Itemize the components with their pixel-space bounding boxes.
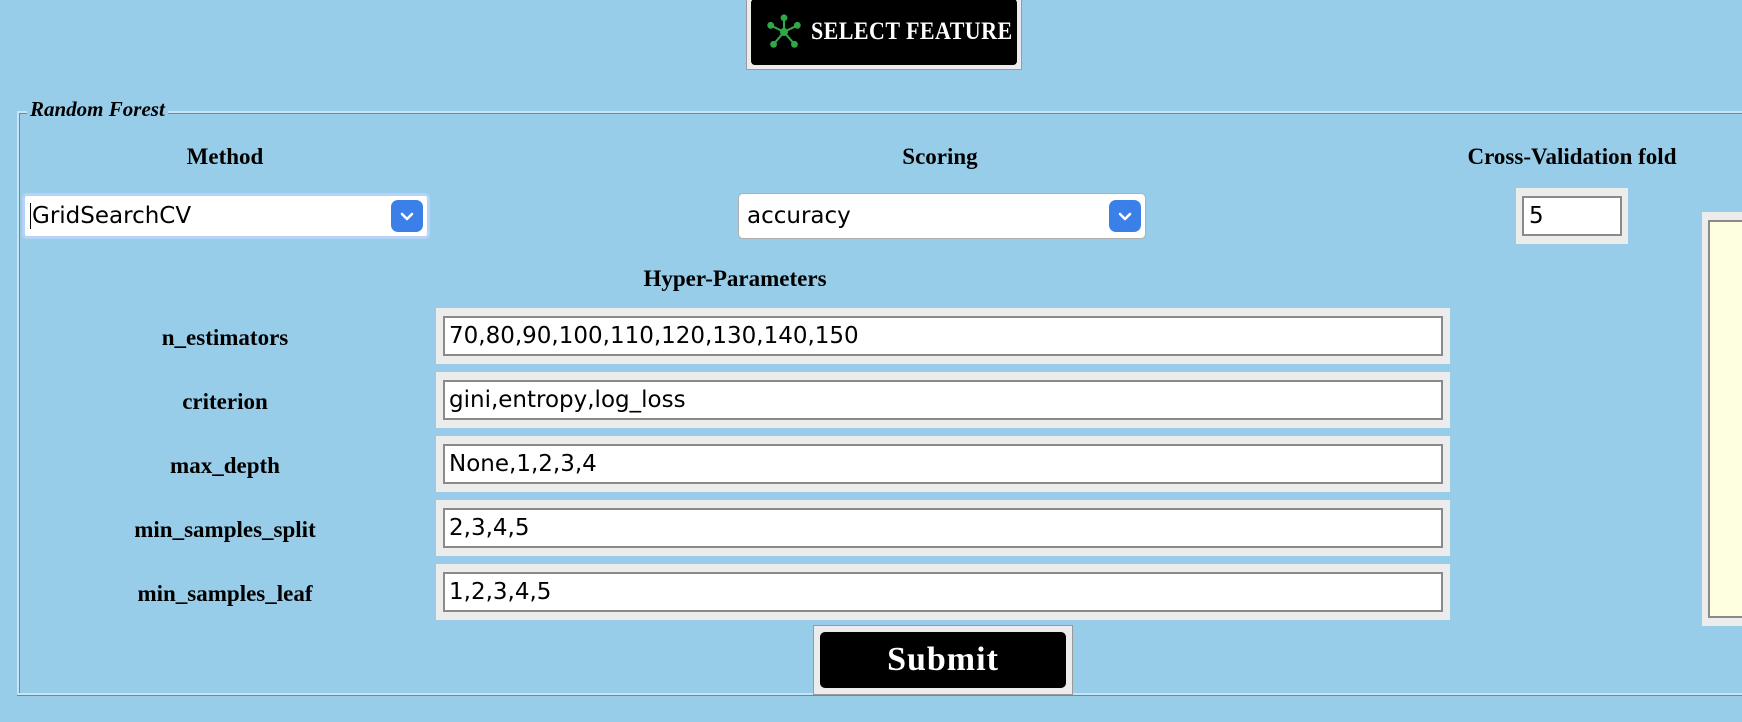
- param-field-frame: [436, 308, 1450, 364]
- panel-legend: Random Forest: [27, 97, 168, 122]
- criterion-input[interactable]: [443, 380, 1443, 420]
- select-feature-button-face: SELECT FEATURE: [751, 0, 1017, 65]
- param-field-frame: [436, 500, 1450, 556]
- param-label-criterion: criterion: [182, 389, 268, 414]
- min-samples-leaf-input[interactable]: [443, 572, 1443, 612]
- param-field-frame: [436, 564, 1450, 620]
- param-label-min-samples-leaf: min_samples_leaf: [137, 581, 313, 606]
- param-field-frame: [436, 436, 1450, 492]
- method-label: Method: [186, 144, 264, 169]
- method-select-value: GridSearchCV: [32, 203, 192, 229]
- submit-button[interactable]: Submit: [813, 625, 1073, 695]
- chevron-down-icon: [391, 200, 423, 232]
- scoring-select-value: accuracy: [747, 203, 851, 229]
- hyper-parameters-title: Hyper-Parameters: [643, 266, 827, 291]
- cv-fold-label: Cross-Validation fold: [1467, 144, 1677, 169]
- output-panel-frame: [1702, 212, 1742, 626]
- param-label-min-samples-split: min_samples_split: [134, 517, 316, 542]
- submit-label: Submit: [820, 632, 1066, 688]
- cv-fold-field-frame: [1516, 188, 1628, 244]
- scoring-select[interactable]: accuracy: [738, 193, 1146, 239]
- max-depth-input[interactable]: [443, 444, 1443, 484]
- param-label-max-depth: max_depth: [170, 453, 280, 478]
- text-cursor: [30, 203, 31, 229]
- select-feature-button[interactable]: SELECT FEATURE: [746, 0, 1022, 70]
- cv-fold-input[interactable]: [1522, 196, 1622, 236]
- min-samples-split-input[interactable]: [443, 508, 1443, 548]
- output-text-area[interactable]: [1708, 220, 1742, 618]
- scoring-label: Scoring: [902, 144, 978, 169]
- param-label-n-estimators: n_estimators: [161, 325, 289, 350]
- method-select[interactable]: GridSearchCV: [22, 193, 430, 239]
- n-estimators-input[interactable]: [443, 316, 1443, 356]
- chevron-down-icon: [1109, 200, 1141, 232]
- select-feature-label: SELECT FEATURE: [811, 18, 1013, 45]
- param-field-frame: [436, 372, 1450, 428]
- molecule-icon: [767, 14, 801, 48]
